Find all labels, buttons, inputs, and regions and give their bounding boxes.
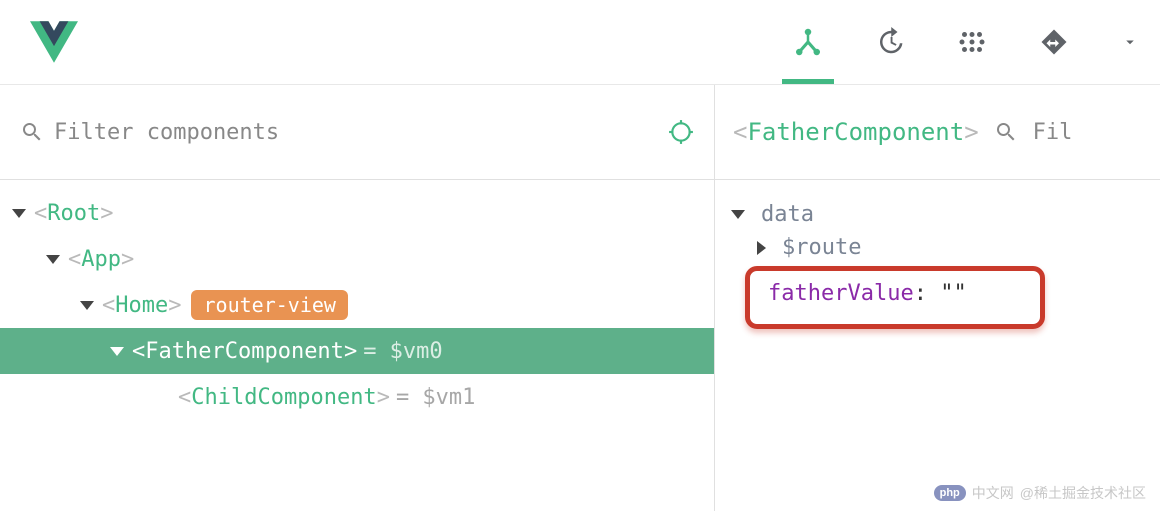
tree-node-app[interactable]: <App> [0,236,714,282]
chevron-down-icon [1121,33,1139,51]
select-target-icon[interactable] [668,119,694,145]
main-area: <Root> <App> <Home> router-view <FatherC… [0,85,1160,511]
tab-performance[interactable] [956,12,988,72]
watermark: php 中文网 @稀土掘金技术社区 [934,483,1146,503]
tree-node-root[interactable]: <Root> [0,190,714,236]
details-header: <FatherComponent> [715,85,1160,180]
search-icon [994,120,1018,144]
tree-node-home[interactable]: <Home> router-view [0,282,714,328]
caret-down-icon [12,209,26,218]
routing-icon [1039,27,1069,57]
route-property[interactable]: $route [727,231,1148,264]
tab-history[interactable] [874,12,906,72]
data-section[interactable]: data [727,198,1148,231]
vm-reference: = $vm1 [396,385,475,410]
router-view-badge: router-view [191,290,347,320]
tab-components[interactable] [792,12,824,72]
caret-down-icon [110,347,124,356]
caret-down-icon [731,210,745,219]
top-tabs [792,0,1140,84]
filter-details-input[interactable] [1033,120,1073,145]
components-icon [793,27,823,57]
highlighted-property[interactable]: fatherValue: "" [745,266,1045,329]
details-panel: <FatherComponent> data $route fatherValu… [715,85,1160,511]
components-filter-bar [0,85,714,180]
components-panel: <Root> <App> <Home> router-view <FatherC… [0,85,715,511]
tab-more[interactable] [1120,12,1140,72]
tab-routing[interactable] [1038,12,1070,72]
dots-icon [957,27,987,57]
caret-right-icon [757,241,766,255]
history-icon [875,27,905,57]
caret-down-icon [46,255,60,264]
tree-node-child-component[interactable]: <ChildComponent> = $vm1 [0,374,714,420]
details-body: data $route fatherValue: "" [715,180,1160,347]
caret-down-icon [80,301,94,310]
top-bar [0,0,1160,85]
vue-logo [30,18,78,66]
filter-components-input[interactable] [54,120,658,145]
search-icon [20,120,44,144]
vm-reference: = $vm0 [363,339,442,364]
tree-node-father-component[interactable]: <FatherComponent> = $vm0 [0,328,714,374]
component-tree: <Root> <App> <Home> router-view <FatherC… [0,180,714,420]
selected-component-title: <FatherComponent> [733,118,979,146]
